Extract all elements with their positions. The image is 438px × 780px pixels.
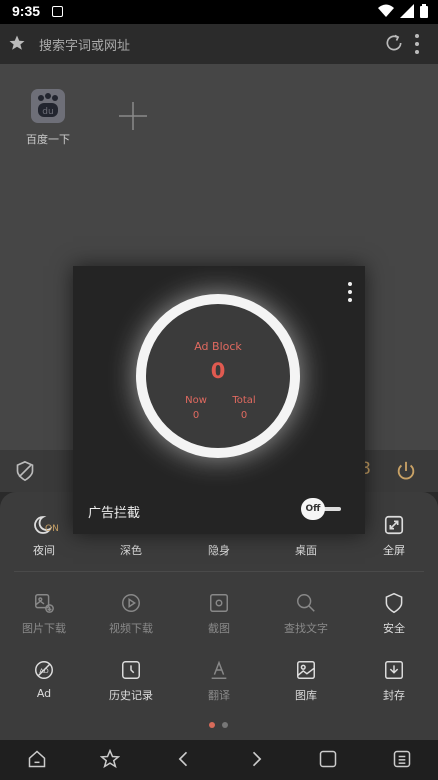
menu-icon[interactable] [392, 749, 412, 769]
ad-block-toggle[interactable]: Off [301, 498, 343, 520]
menu-item-label: 图片下载 [22, 622, 66, 635]
signal-icon [400, 4, 414, 18]
menu-item-label: 视频下载 [109, 622, 153, 635]
total-stat: Total 0 [222, 395, 266, 421]
history-icon [122, 661, 140, 679]
menu-item-label: 深色 [120, 544, 142, 557]
fullscreen-icon [384, 515, 404, 535]
bookmark-star-icon[interactable] [100, 749, 120, 769]
address-bar: 搜索字词或网址 [0, 24, 438, 64]
ad-block-counter-ring: Ad Block 0 Now 0 Total 0 [136, 294, 300, 458]
menu-item-label: 安全 [383, 622, 405, 635]
menu-divider [14, 571, 424, 572]
translate-icon [211, 660, 227, 679]
ad-block-panel: Ad Block 0 Now 0 Total 0 广告拦截 Off [73, 266, 365, 534]
back-icon[interactable] [174, 749, 194, 769]
home-icon[interactable] [27, 749, 47, 769]
total-value: 0 [240, 410, 248, 421]
forward-icon[interactable] [246, 749, 266, 769]
menu-item-label: 桌面 [295, 544, 317, 557]
menu-item-image-download[interactable]: 图片下载 [0, 590, 88, 636]
ad-block-caption: 广告拦截 [88, 506, 141, 521]
gallery-icon [297, 661, 315, 679]
ad-block-count: 0 [210, 359, 226, 383]
video-download-icon [122, 594, 140, 612]
status-time: 9:35 [12, 3, 41, 19]
search-icon [297, 594, 315, 612]
svg-text:AD: AD [39, 667, 48, 675]
menu-item-label: 截图 [208, 622, 230, 635]
image-download-icon [35, 594, 54, 613]
baidu-logo-text: du [42, 107, 53, 117]
overflow-menu-icon[interactable] [414, 33, 420, 55]
page-dot[interactable] [222, 722, 228, 728]
shortcut-baidu[interactable]: du 百度一下 [22, 89, 74, 147]
search-input[interactable]: 搜索字词或网址 [39, 35, 130, 54]
baidu-logo-icon: du [31, 89, 65, 123]
screenshot-icon [210, 594, 228, 612]
menu-item-label: 封存 [383, 689, 405, 702]
menu-item-label: 翻译 [208, 689, 230, 702]
page-dot-active[interactable] [209, 722, 215, 728]
menu-item-archive[interactable]: 封存 [350, 657, 438, 703]
menu-item-video-download[interactable]: 视频下载 [87, 590, 175, 636]
shield-slash-icon[interactable] [15, 460, 35, 482]
now-value: 0 [192, 410, 200, 421]
archive-icon [385, 661, 403, 679]
power-icon[interactable] [395, 460, 417, 482]
star-icon[interactable] [8, 34, 26, 52]
reload-icon[interactable] [384, 33, 404, 53]
menu-item-label: 图库 [295, 689, 317, 702]
menu-item-gallery[interactable]: 图库 [262, 657, 350, 703]
menu-item-label: 查找文字 [284, 622, 328, 635]
menu-item-security[interactable]: 安全 [350, 590, 438, 636]
now-stat: Now 0 [174, 395, 218, 421]
menu-item-label: 历史记录 [109, 689, 153, 702]
menu-item-label: Ad [36, 687, 52, 700]
page-indicator [209, 722, 228, 728]
shortcut-label: 百度一下 [26, 133, 70, 146]
total-label: Total [232, 395, 256, 406]
tabs-icon[interactable] [318, 749, 338, 769]
menu-item-label: 隐身 [208, 544, 230, 557]
ad-block-icon: AD [35, 661, 53, 679]
toggle-knob: Off [301, 498, 325, 520]
bottom-toolbar [0, 740, 438, 780]
system-icons [378, 4, 428, 18]
menu-item-history[interactable]: 历史记录 [87, 657, 175, 703]
battery-icon [420, 4, 428, 18]
menu-item-translate[interactable]: 翻译 [175, 657, 263, 703]
shield-icon [385, 592, 403, 614]
menu-item-ad[interactable]: AD Ad [0, 657, 88, 700]
menu-item-label: 全屏 [383, 544, 405, 557]
menu-item-label: 夜间 [33, 544, 55, 557]
now-label: Now [185, 395, 207, 406]
notification-icon [52, 6, 63, 17]
add-shortcut-icon[interactable] [117, 100, 149, 132]
wifi-icon [378, 4, 394, 17]
ad-block-title: Ad Block [194, 340, 242, 353]
on-badge: ON [45, 524, 59, 534]
menu-item-find-text[interactable]: 查找文字 [262, 590, 350, 636]
panel-more-icon[interactable] [347, 281, 353, 303]
status-bar: 9:35 [0, 0, 438, 24]
menu-item-screenshot[interactable]: 截图 [175, 590, 263, 636]
